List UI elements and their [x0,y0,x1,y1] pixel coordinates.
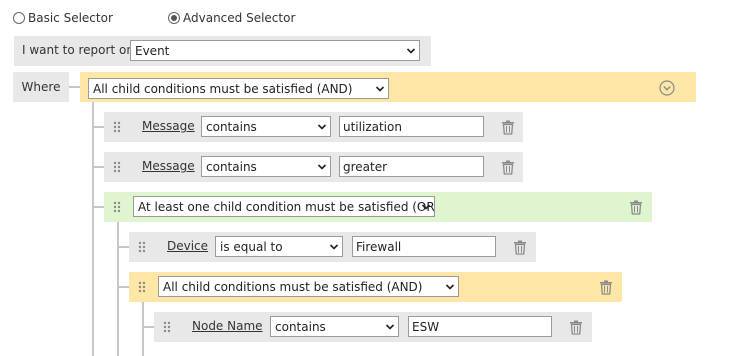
condition-operator-select[interactable]: contains [270,316,399,337]
tree-connector [68,86,80,88]
advanced-selector-label: Advanced Selector [183,11,296,25]
condition-operator-value: contains [206,159,257,174]
condition-field-link[interactable]: Device [167,239,208,253]
drag-handle-icon[interactable] [112,120,122,134]
condition-operator-value: is equal to [220,239,283,254]
or-group-value: At least one child condition must be sat… [138,199,435,214]
condition-operator-select[interactable]: contains [201,116,331,137]
tree-connector [117,286,129,288]
report-on-label: I want to report on [22,43,134,57]
drag-handle-icon[interactable] [162,320,172,334]
condition-value-text: utilization [343,119,402,134]
report-on-select[interactable]: Event [130,40,420,61]
condition-value-text: ESW [412,319,440,334]
tree-connector [92,166,104,168]
root-group-value: All child conditions must be satisfied (… [93,81,353,96]
chevron-down-icon [421,202,431,212]
condition-field-link[interactable]: Message [142,119,195,133]
chevron-circle-down-icon[interactable] [659,80,675,96]
condition-value-input[interactable]: Firewall [352,236,496,257]
tree-connector [92,206,104,208]
basic-selector-label: Basic Selector [28,11,113,25]
drag-handle-icon[interactable] [112,200,122,214]
advanced-selector-radio[interactable]: Advanced Selector [168,11,295,25]
condition-field-link[interactable]: Message [142,159,195,173]
chevron-down-icon [329,242,339,252]
tree-connector [142,301,144,356]
report-on-value: Event [135,43,170,58]
root-group-select[interactable]: All child conditions must be satisfied (… [88,78,389,99]
condition-operator-value: contains [206,119,257,134]
where-label-box: Where [13,72,69,102]
trash-icon[interactable] [569,320,583,335]
tree-connector [142,326,154,328]
trash-icon[interactable] [501,120,515,135]
tree-connector [92,101,94,356]
chevron-down-icon [317,122,327,132]
trash-icon[interactable] [501,160,515,175]
condition-operator-select[interactable]: contains [201,156,331,177]
drag-handle-icon[interactable] [112,160,122,174]
condition-value-text: Firewall [356,239,402,254]
basic-selector-radio[interactable]: Basic Selector [13,11,113,25]
radio-selected-icon[interactable] [168,12,180,24]
chevron-down-icon [445,282,455,292]
trash-icon[interactable] [629,200,643,215]
condition-field-link[interactable]: Node Name [192,319,263,333]
tree-connector [117,246,129,248]
drag-handle-icon[interactable] [137,240,147,254]
trash-icon[interactable] [513,240,527,255]
nested-group-value: All child conditions must be satisfied (… [163,279,423,294]
condition-value-input[interactable]: ESW [408,316,552,337]
condition-value-input[interactable]: utilization [339,116,484,137]
tree-connector [117,221,119,356]
condition-operator-select[interactable]: is equal to [215,236,343,257]
tree-connector [92,126,104,128]
or-group-select[interactable]: At least one child condition must be sat… [133,196,435,217]
chevron-down-icon [406,46,416,56]
radio-circle-icon[interactable] [13,12,25,24]
chevron-down-icon [375,84,385,94]
chevron-down-icon [385,322,395,332]
where-label: Where [21,80,61,94]
nested-group-select[interactable]: All child conditions must be satisfied (… [158,276,459,297]
trash-icon[interactable] [599,280,613,295]
condition-operator-value: contains [275,319,326,334]
condition-value-input[interactable]: greater [339,156,484,177]
chevron-down-icon [317,162,327,172]
condition-value-text: greater [343,159,388,174]
drag-handle-icon[interactable] [137,280,147,294]
